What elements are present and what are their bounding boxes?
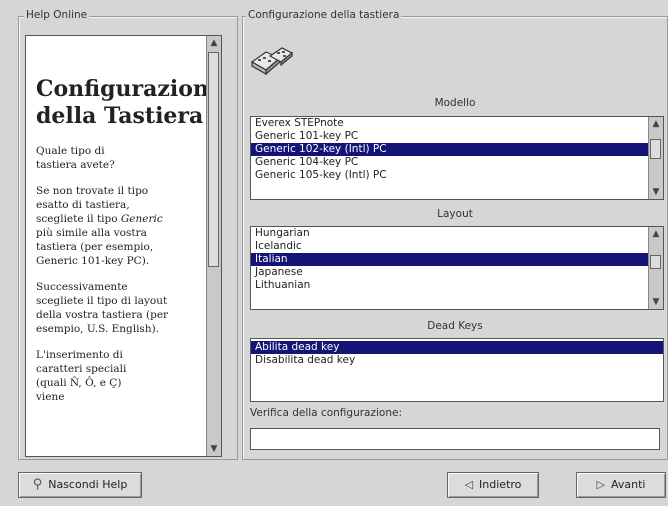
model-scrollbar[interactable]: ▲ ▼ — [648, 117, 663, 199]
help-paragraph-3: Successivamente scegliete il tipo di lay… — [36, 281, 169, 335]
help-scrollbar[interactable]: ▲ ▼ — [206, 36, 221, 456]
list-item[interactable]: Generic 101-key PC — [251, 130, 663, 143]
hide-help-label: Nascondi Help — [48, 478, 128, 491]
layout-scrollbar[interactable]: ▲ ▼ — [648, 227, 663, 309]
scroll-down-arrow-icon[interactable]: ▼ — [650, 296, 662, 308]
help-scroll-thumb[interactable] — [208, 52, 219, 267]
hide-help-button[interactable]: ⚲ Nascondi Help — [18, 472, 142, 498]
deadkeys-list[interactable]: Abilita dead key Disabilita dead key — [250, 338, 664, 402]
model-label: Modello — [434, 97, 476, 109]
model-scroll-thumb[interactable] — [650, 139, 661, 159]
scroll-up-arrow-icon[interactable]: ▲ — [650, 228, 662, 240]
back-label: Indietro — [479, 478, 522, 491]
help-heading-text: Configurazione della Tastiera — [36, 76, 222, 129]
list-item[interactable]: Generic 104-key PC — [251, 156, 663, 169]
list-item[interactable]: Icelandic — [251, 240, 663, 253]
help-icon: ⚲ — [32, 477, 43, 492]
help-paragraph-2: Se non trovate il tipo esatto di tastier… — [36, 185, 163, 267]
layout-scroll-thumb[interactable] — [650, 255, 661, 269]
list-item[interactable]: Everex STEPnote — [251, 117, 663, 130]
list-item-selected[interactable]: Abilita dead key — [251, 341, 663, 354]
next-label: Avanti — [610, 478, 646, 491]
layout-list[interactable]: Hungarian Icelandic Italian Japanese Lit… — [250, 226, 664, 310]
scroll-up-arrow-icon[interactable]: ▲ — [650, 118, 662, 130]
help-viewer: Configurazione della Tastiera Quale tipo… — [25, 35, 222, 457]
list-item-selected[interactable]: Italian — [251, 253, 663, 266]
help-group-title: Help Online — [24, 9, 90, 21]
list-item[interactable]: Disabilita dead key — [251, 354, 663, 367]
next-arrow-icon: ▷ — [596, 478, 605, 491]
deadkeys-label: Dead Keys — [427, 320, 483, 332]
list-item[interactable]: Japanese — [251, 266, 663, 279]
list-item[interactable]: Hungarian — [251, 227, 663, 240]
list-item-selected[interactable]: Generic 102-key (Intl) PC — [251, 143, 663, 156]
back-button[interactable]: ◁ Indietro — [447, 472, 539, 498]
list-item[interactable]: Lithuanian — [251, 279, 663, 292]
help-paragraph-1: Quale tipo di tastiera avete? — [36, 145, 115, 171]
next-button[interactable]: ▷ Avanti — [576, 472, 666, 498]
config-group-title: Configurazione della tastiera — [246, 9, 402, 21]
model-list[interactable]: Everex STEPnote Generic 101-key PC Gener… — [250, 116, 664, 200]
verify-input[interactable] — [250, 428, 660, 450]
scroll-down-arrow-icon[interactable]: ▼ — [208, 443, 220, 455]
help-content: Configurazione della Tastiera Quale tipo… — [26, 36, 221, 404]
layout-label: Layout — [437, 208, 473, 220]
scroll-up-arrow-icon[interactable]: ▲ — [208, 37, 220, 49]
help-paragraph-4: L'inserimento di caratteri speciali (qua… — [36, 349, 127, 403]
list-item[interactable]: Generic 105-key (Intl) PC — [251, 169, 663, 182]
help-heading: Configurazione della Tastiera — [36, 76, 222, 130]
verify-label: Verifica della configurazione: — [250, 407, 402, 419]
back-arrow-icon: ◁ — [464, 478, 474, 491]
keyboard-icon — [250, 47, 294, 76]
scroll-down-arrow-icon[interactable]: ▼ — [650, 186, 662, 198]
